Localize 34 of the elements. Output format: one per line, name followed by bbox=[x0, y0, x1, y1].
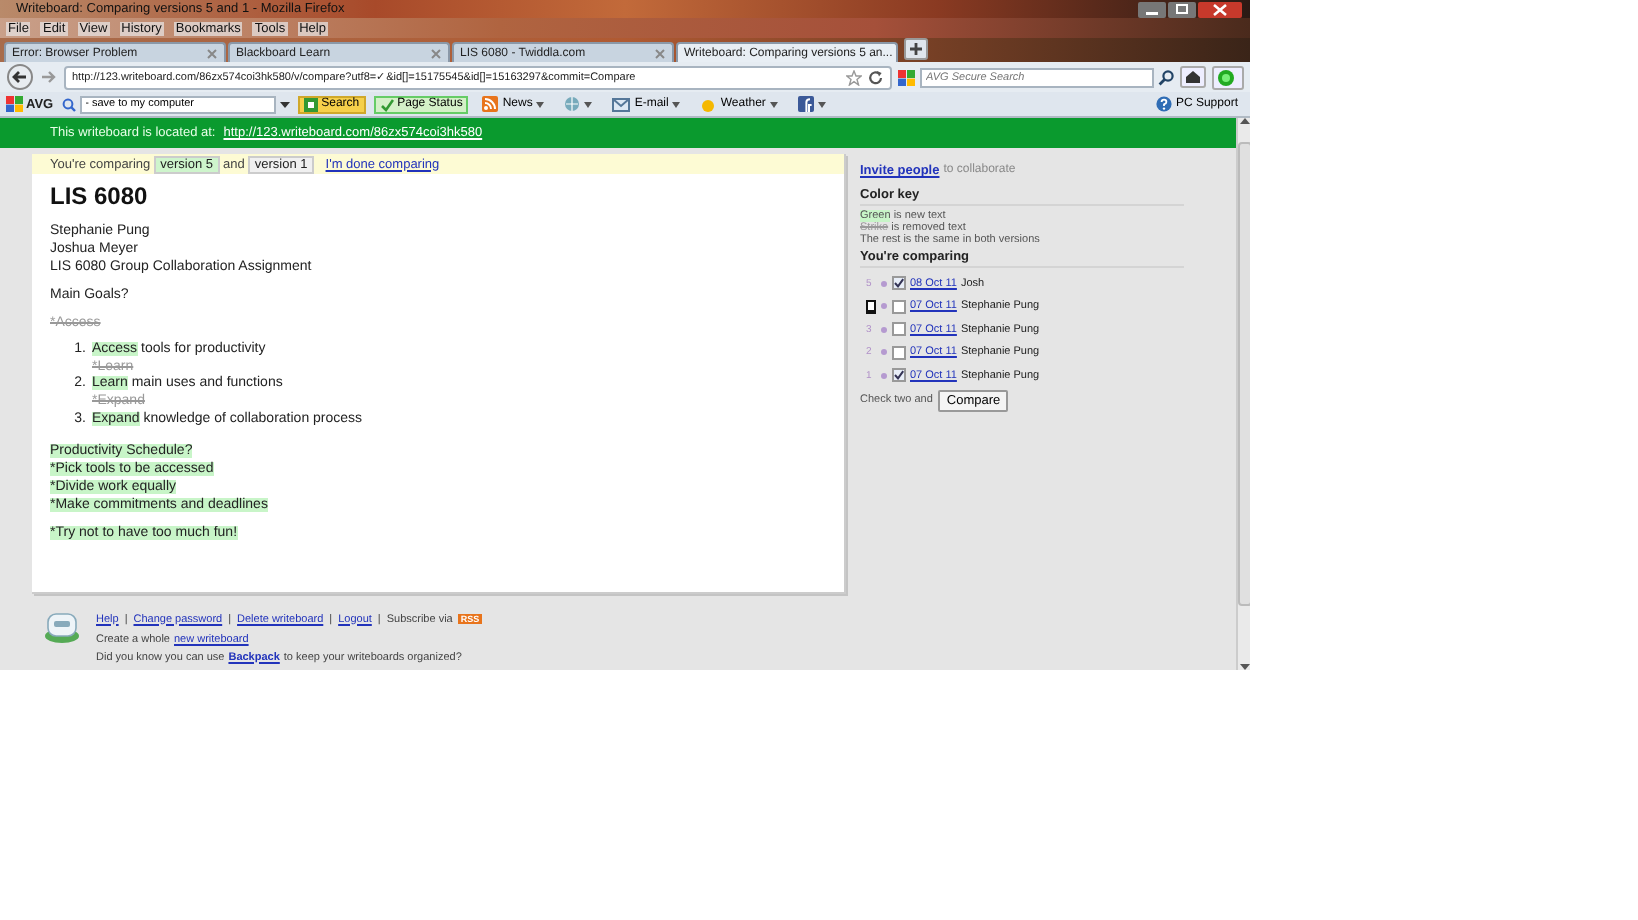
help-icon[interactable] bbox=[1155, 96, 1172, 112]
scrollbar[interactable] bbox=[1236, 118, 1250, 670]
document-title: LIS 6080 bbox=[50, 182, 150, 210]
maximize-icon[interactable] bbox=[1168, 1, 1196, 17]
radio-dot-icon[interactable] bbox=[880, 371, 888, 380]
minimize-icon[interactable] bbox=[1138, 1, 1166, 17]
radio-dot-icon[interactable] bbox=[880, 325, 888, 334]
star-icon[interactable] bbox=[846, 69, 862, 85]
facebook-icon[interactable] bbox=[797, 96, 814, 112]
version-checkbox[interactable] bbox=[892, 299, 906, 314]
home-icon[interactable] bbox=[1180, 66, 1206, 88]
dropdown-caret-icon[interactable] bbox=[279, 101, 290, 107]
version-checkbox[interactable] bbox=[892, 322, 906, 337]
rss-icon[interactable] bbox=[482, 96, 499, 112]
reload-icon[interactable] bbox=[868, 69, 884, 85]
version-checkbox[interactable] bbox=[892, 345, 906, 360]
dropdown-caret-icon[interactable] bbox=[584, 101, 593, 107]
scroll-down-icon[interactable] bbox=[1240, 664, 1250, 670]
radio-dot-icon[interactable] bbox=[880, 279, 888, 288]
current-version-icon[interactable] bbox=[866, 299, 876, 314]
writeboard-logo-icon[interactable] bbox=[44, 610, 80, 644]
check-icon[interactable] bbox=[379, 97, 394, 111]
forward-icon[interactable] bbox=[40, 68, 58, 86]
envelope-icon[interactable] bbox=[612, 97, 631, 111]
scrollbar-thumb[interactable] bbox=[1238, 142, 1250, 606]
dropdown-caret-icon[interactable] bbox=[769, 101, 778, 107]
close-icon[interactable] bbox=[1198, 1, 1242, 17]
back-icon[interactable] bbox=[6, 64, 34, 90]
new-tab-icon[interactable] bbox=[904, 38, 928, 60]
radio-dot-icon[interactable] bbox=[880, 348, 888, 357]
dropdown-caret-icon[interactable] bbox=[536, 101, 545, 107]
radio-dot-icon[interactable] bbox=[880, 302, 888, 311]
dropdown-caret-icon[interactable] bbox=[672, 101, 681, 107]
dropdown-caret-icon[interactable] bbox=[817, 101, 826, 107]
